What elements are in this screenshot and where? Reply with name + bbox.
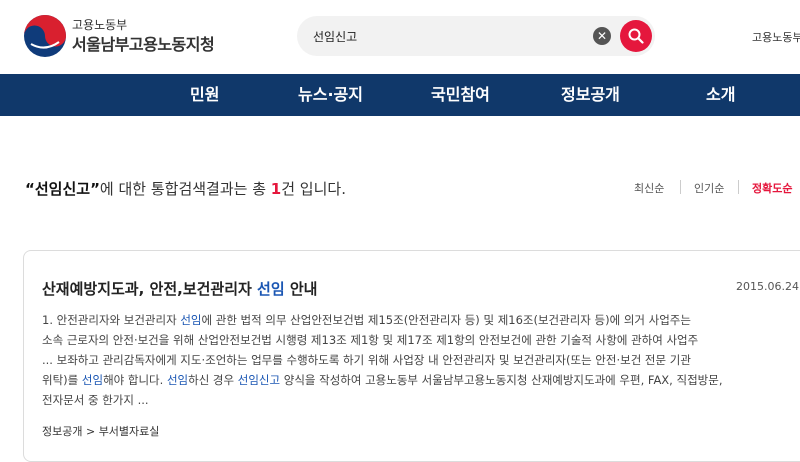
header-ministry-link[interactable]: 고용노동부 — [752, 29, 800, 45]
close-icon: ✕ — [596, 29, 608, 43]
result-title[interactable]: 산재예방지도과, 안전,보건관리자 선임 안내 — [42, 278, 317, 299]
snippet-text: 하신 경우 — [188, 373, 238, 387]
summary-close-quote: ” — [90, 180, 100, 198]
snippet-line: 위탁)를 선임해야 합니다. 선임하신 경우 선임신고 양식을 작성하여 고용노… — [42, 370, 800, 390]
summary-open-quote: “ — [25, 180, 35, 198]
title-text-end: 안내 — [284, 280, 318, 298]
snippet-highlight: 선임신고 — [237, 373, 281, 387]
search-input[interactable] — [313, 16, 573, 56]
main-nav: 민원 뉴스·공지 국민참여 정보공개 소개 — [0, 74, 800, 116]
search-query: 선임신고 — [34, 180, 91, 198]
result-count: 1 — [270, 180, 282, 198]
nav-item-information[interactable]: 정보공개 — [561, 74, 620, 116]
snippet-text: 에 관한 법적 의무 산업안전보건법 제15조(안전관리자 등) 및 제16조(… — [201, 313, 691, 327]
nav-item-about[interactable]: 소개 — [706, 74, 735, 116]
org-name[interactable]: 서울남부고용노동지청 — [72, 31, 215, 55]
snippet-highlight: 선임 — [81, 373, 104, 387]
snippet-highlight: 선임 — [166, 373, 189, 387]
sort-accuracy[interactable]: 정확도순 — [752, 180, 792, 196]
result-snippet: 1. 안전관리자와 보건관리자 선임에 관한 법적 의무 산업안전보건법 제15… — [42, 310, 800, 410]
title-highlight: 선임 — [257, 280, 285, 298]
ministry-logo[interactable] — [23, 14, 67, 58]
nav-item-news[interactable]: 뉴스·공지 — [298, 74, 363, 116]
snippet-line: 1. 안전관리자와 보건관리자 선임에 관한 법적 의무 산업안전보건법 제15… — [42, 310, 800, 330]
sort-divider — [680, 180, 681, 194]
sort-latest[interactable]: 최신순 — [634, 180, 664, 196]
nav-item-participation[interactable]: 국민참여 — [431, 74, 490, 116]
result-summary: “선임신고”에 대한 통합검색결과는 총 1건 입니다. — [25, 178, 346, 199]
snippet-text: 1. 안전관리자와 보건관리자 — [42, 313, 181, 327]
title-text: 산재예방지도과, 안전,보건관리자 — [42, 280, 258, 298]
search-button[interactable] — [620, 20, 652, 52]
result-date: 2015.06.24 — [736, 280, 799, 293]
snippet-line: 소속 근로자의 안전·보건을 위해 산업안전보건법 시행령 제13조 제1항 및… — [42, 333, 699, 347]
sort-divider — [738, 180, 739, 194]
summary-text: 에 대한 통합검색결과는 총 — [99, 180, 271, 198]
snippet-text: 해야 합니다. — [103, 373, 167, 387]
search-result-card: 산재예방지도과, 안전,보건관리자 선임 안내 2015.06.24 1. 안전… — [23, 250, 800, 462]
snippet-highlight: 선임 — [180, 313, 202, 327]
snippet-text: 위탁)를 — [42, 373, 82, 387]
snippet-line: 전자문서 중 한가지 ... — [42, 393, 149, 407]
nav-item-civil-service[interactable]: 민원 — [190, 74, 219, 116]
sort-popular[interactable]: 인기순 — [694, 180, 724, 196]
snippet-text: 양식을 작성하여 고용노동부 서울남부고용노동지청 산재예방지도과에 우편, F… — [280, 373, 723, 387]
summary-suffix: 건 입니다. — [281, 180, 346, 198]
clear-search-button[interactable]: ✕ — [593, 27, 611, 45]
site-header: 고용노동부 서울남부고용노동지청 ✕ 고용노동부 — [0, 0, 800, 74]
search-bar: ✕ — [297, 16, 655, 56]
search-icon — [628, 28, 644, 44]
result-breadcrumb[interactable]: 정보공개 > 부서별자료실 — [42, 423, 159, 439]
snippet-line: ... 보좌하고 관리감독자에게 지도·조언하는 업무를 수행하도록 하기 위해… — [42, 353, 691, 367]
